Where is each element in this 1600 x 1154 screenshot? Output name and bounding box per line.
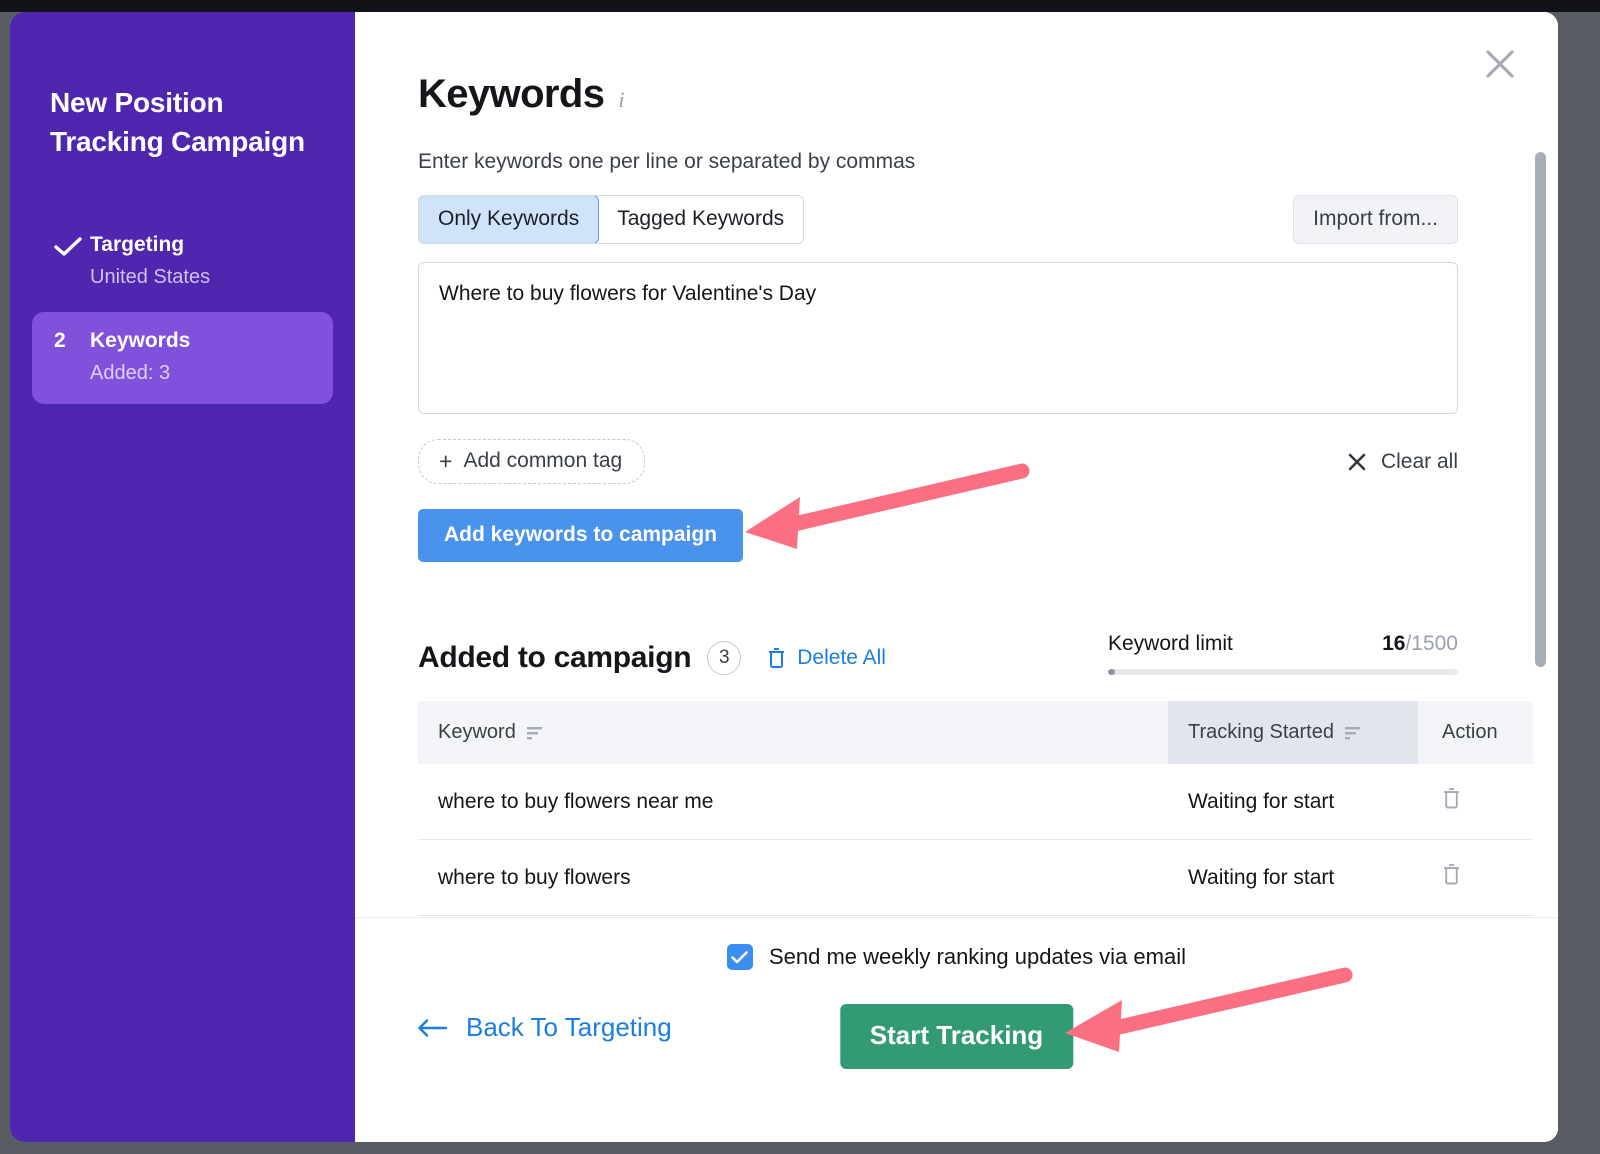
tab-tagged-keywords[interactable]: Tagged Keywords <box>598 196 804 243</box>
top-strip <box>0 0 1600 12</box>
keyword-limit-total: /1500 <box>1405 632 1458 655</box>
modal-footer: Send me weekly ranking updates via email… <box>355 918 1558 1142</box>
keyword-mode-row: Only Keywords Tagged Keywords Import fro… <box>418 195 1458 244</box>
step-list: Targeting United States 2 Keywords Added… <box>10 216 355 405</box>
trash-icon <box>1444 864 1459 885</box>
back-to-targeting-label: Back To Targeting <box>466 1012 672 1042</box>
table-header-row: Keyword Tracking Started Action <box>418 701 1533 764</box>
column-header-keyword-label: Keyword <box>438 721 516 743</box>
sidebar-title: New Position Tracking Campaign <box>50 87 305 157</box>
step-number-keywords: 2 <box>54 329 66 353</box>
cell-tracking-started: Waiting for start <box>1168 839 1418 916</box>
add-common-tag-label: Add common tag <box>463 449 623 472</box>
delete-row-button[interactable] <box>1442 788 1461 815</box>
weekly-updates-row: Send me weekly ranking updates via email <box>355 944 1558 970</box>
column-header-keyword[interactable]: Keyword <box>418 701 1168 764</box>
start-tracking-button[interactable]: Start Tracking <box>839 1004 1074 1069</box>
scroll-content: Keywords i Enter keywords one per line o… <box>355 12 1558 918</box>
tab-only-keywords[interactable]: Only Keywords <box>419 196 600 243</box>
sort-icon <box>1345 727 1360 740</box>
keyword-limit-progress-fill <box>1108 669 1115 675</box>
footer-actions: Back To Targeting Start Tracking <box>355 1004 1558 1072</box>
info-icon[interactable]: i <box>618 87 624 113</box>
added-keywords-table: Keyword Tracking Started Action where to… <box>418 701 1533 918</box>
add-keywords-to-campaign-button[interactable]: Add keywords to campaign <box>418 509 744 562</box>
delete-all-button[interactable]: Delete All <box>767 646 886 670</box>
trash-icon <box>1444 788 1459 809</box>
tag-actions-row: + Add common tag Clear all <box>418 439 1458 484</box>
keyword-limit-used: 16 <box>1382 632 1406 655</box>
keyword-limit-value: 16/1500 <box>1382 632 1458 656</box>
step-label-targeting: Targeting <box>90 233 185 257</box>
cell-action <box>1418 764 1533 840</box>
table-row: where to buy flowers Waiting for start <box>418 839 1533 916</box>
page-title-text: Keywords <box>418 72 605 116</box>
step-sub-keywords: Added: 3 <box>90 362 171 385</box>
arrow-left-icon <box>418 1018 448 1037</box>
scrollbar-thumb[interactable] <box>1535 152 1546 667</box>
step-sub-targeting: United States <box>90 266 211 289</box>
keywords-input[interactable] <box>418 262 1458 414</box>
clear-all-button[interactable]: Clear all <box>1347 450 1458 474</box>
back-to-targeting-button[interactable]: Back To Targeting <box>418 1012 672 1043</box>
helper-text: Enter keywords one per line or separated… <box>418 150 916 173</box>
sidebar-item-keywords[interactable]: 2 Keywords Added: 3 <box>32 312 333 405</box>
delete-row-button[interactable] <box>1442 864 1461 891</box>
close-small-icon <box>1348 453 1366 470</box>
sort-icon <box>526 727 542 740</box>
campaign-sidebar: New Position Tracking Campaign Targeting… <box>10 12 355 1142</box>
added-to-campaign-title: Added to campaign <box>418 641 692 674</box>
keyword-limit-label: Keyword limit <box>1108 632 1233 655</box>
new-campaign-modal: New Position Tracking Campaign Targeting… <box>10 12 1558 1142</box>
import-from-button[interactable]: Import from... <box>1293 195 1458 244</box>
column-header-tracking-started[interactable]: Tracking Started <box>1168 701 1418 764</box>
added-count-badge: 3 <box>707 641 742 675</box>
cell-tracking-started: Waiting for start <box>1168 764 1418 840</box>
page-title: Keywords i <box>418 72 1458 117</box>
add-common-tag-button[interactable]: + Add common tag <box>418 439 646 484</box>
keyword-limit-block: Keyword limit 16/1500 <box>1108 632 1458 675</box>
keyword-limit-progressbar <box>1108 669 1458 675</box>
keyword-mode-segmented: Only Keywords Tagged Keywords <box>418 195 805 244</box>
cell-action <box>1418 839 1533 916</box>
check-icon <box>731 950 749 963</box>
clear-all-label: Clear all <box>1380 449 1458 473</box>
check-icon <box>50 230 90 257</box>
table-row: where to buy flowers near me Waiting for… <box>418 764 1533 840</box>
trash-icon <box>769 648 785 668</box>
main-panel: Keywords i Enter keywords one per line o… <box>355 12 1558 1142</box>
cell-keyword: where to buy flowers near me <box>418 764 1168 840</box>
added-to-campaign-header: Added to campaign 3 Delete All Keyword l… <box>418 632 1458 675</box>
delete-all-label: Delete All <box>797 646 886 669</box>
sidebar-item-targeting[interactable]: Targeting United States <box>32 216 333 308</box>
content-scrollbar[interactable] <box>1535 152 1546 682</box>
step-label-keywords: Keywords <box>90 329 191 353</box>
cell-keyword: where to buy flowers <box>418 839 1168 916</box>
weekly-updates-label: Send me weekly ranking updates via email <box>768 944 1186 969</box>
weekly-updates-checkbox[interactable] <box>726 944 753 970</box>
column-header-tracking-started-label: Tracking Started <box>1188 721 1334 743</box>
column-header-action: Action <box>1418 701 1533 764</box>
plus-icon: + <box>439 447 453 474</box>
